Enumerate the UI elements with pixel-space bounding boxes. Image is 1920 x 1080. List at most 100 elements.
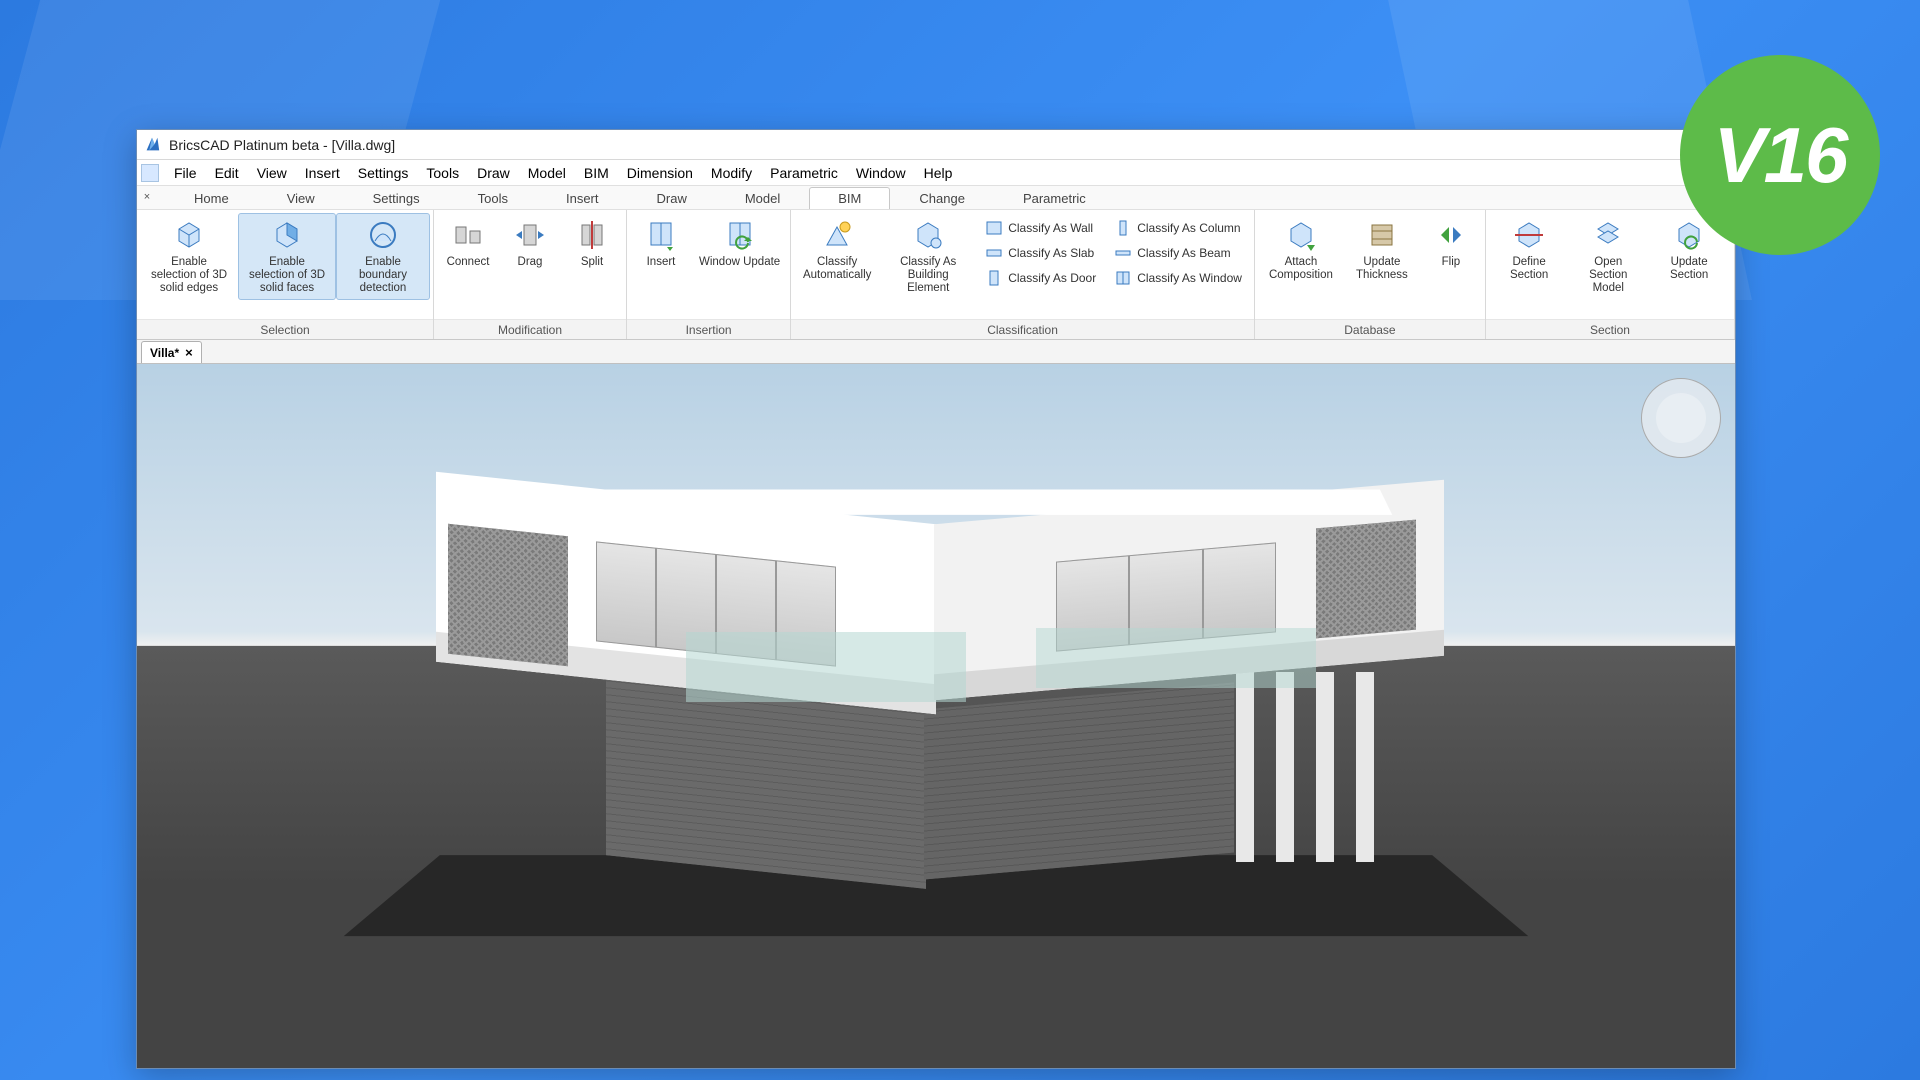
building-element-icon <box>910 217 946 253</box>
group-title: Classification <box>791 319 1254 339</box>
enable-edge-selection-button[interactable]: Enable selection of 3D solid edges <box>140 213 238 300</box>
ribbon-group-modification: Connect Drag Split Modification <box>434 210 627 339</box>
menu-view[interactable]: View <box>248 162 296 184</box>
label: Enable selection of 3D solid faces <box>245 256 329 296</box>
ribbon-group-section: Define Section Open Section Model Update… <box>1486 210 1735 339</box>
ribbon-group-insertion: Insert Window Update Insertion <box>627 210 791 339</box>
connect-icon <box>450 217 486 253</box>
classify-slab-button[interactable]: Classify As Slab <box>979 242 1102 264</box>
group-title: Database <box>1255 319 1485 339</box>
label: Classify As Door <box>1008 271 1096 285</box>
ribbon-tab-settings[interactable]: Settings <box>344 187 449 209</box>
ribbon-group-classification: Classify Automatically Classify As Build… <box>791 210 1255 339</box>
label: Split <box>581 256 603 269</box>
menu-settings[interactable]: Settings <box>349 162 418 184</box>
classify-door-button[interactable]: Classify As Door <box>979 267 1102 289</box>
document-tab-label: Villa* <box>150 346 179 360</box>
open-section-icon <box>1590 217 1626 253</box>
app-window: BricsCAD Platinum beta - [Villa.dwg] Fil… <box>136 129 1736 1069</box>
label: Window Update <box>699 256 780 269</box>
classify-window-button[interactable]: Classify As Window <box>1108 267 1248 289</box>
classify-auto-button[interactable]: Classify Automatically <box>794 213 880 286</box>
menu-window[interactable]: Window <box>847 162 915 184</box>
drag-icon <box>512 217 548 253</box>
cube-face-icon <box>269 217 305 253</box>
label: Define Section <box>1496 256 1562 282</box>
cube-edge-icon <box>171 217 207 253</box>
ribbon-tab-model[interactable]: Model <box>716 187 809 209</box>
ribbon-tab-parametric[interactable]: Parametric <box>994 187 1115 209</box>
building-model <box>436 442 1436 962</box>
classify-wall-button[interactable]: Classify As Wall <box>979 217 1102 239</box>
label: Enable selection of 3D solid edges <box>147 256 231 296</box>
document-tab-villa[interactable]: Villa* × <box>141 341 202 363</box>
ribbon-tab-bim[interactable]: BIM <box>809 187 890 209</box>
ribbon-tab-tools[interactable]: Tools <box>449 187 537 209</box>
insert-button[interactable]: Insert <box>630 213 692 273</box>
ribbon-tab-home[interactable]: Home <box>165 187 258 209</box>
menu-help[interactable]: Help <box>915 162 962 184</box>
menu-model[interactable]: Model <box>519 162 575 184</box>
label: Update Thickness <box>1351 256 1413 282</box>
document-tab-strip: Villa* × <box>137 340 1735 364</box>
define-section-button[interactable]: Define Section <box>1489 213 1569 286</box>
ribbon-tab-view[interactable]: View <box>258 187 344 209</box>
menu-bar: File Edit View Insert Settings Tools Dra… <box>137 160 1735 186</box>
flip-button[interactable]: Flip <box>1420 213 1482 273</box>
label: Enable boundary detection <box>343 256 423 296</box>
menu-tools[interactable]: Tools <box>417 162 468 184</box>
menu-modify[interactable]: Modify <box>702 162 761 184</box>
update-thickness-button[interactable]: Update Thickness <box>1344 213 1420 286</box>
label: Update Section <box>1654 256 1724 282</box>
ribbon-group-database: Attach Composition Update Thickness Flip… <box>1255 210 1486 339</box>
ribbon: Enable selection of 3D solid edges Enabl… <box>137 210 1735 340</box>
version-badge: V16 <box>1680 55 1880 255</box>
menu-dimension[interactable]: Dimension <box>618 162 702 184</box>
menu-parametric[interactable]: Parametric <box>761 162 847 184</box>
define-section-icon <box>1511 217 1547 253</box>
flip-icon <box>1433 217 1469 253</box>
wall-icon <box>985 219 1003 237</box>
system-menu-icon[interactable] <box>141 164 159 182</box>
enable-face-selection-button[interactable]: Enable selection of 3D solid faces <box>238 213 336 300</box>
label: Insert <box>647 256 676 269</box>
model-viewport[interactable] <box>137 364 1735 1068</box>
update-thickness-icon <box>1364 217 1400 253</box>
close-document-icon[interactable]: × <box>185 345 193 360</box>
label: Classify As Column <box>1137 221 1240 235</box>
app-logo-icon <box>143 136 161 154</box>
classify-column-button[interactable]: Classify As Column <box>1108 217 1248 239</box>
enable-boundary-detection-button[interactable]: Enable boundary detection <box>336 213 430 300</box>
label: Classify As Slab <box>1008 246 1094 260</box>
open-section-model-button[interactable]: Open Section Model <box>1569 213 1647 300</box>
door-icon <box>985 269 1003 287</box>
classify-building-element-button[interactable]: Classify As Building Element <box>880 213 976 300</box>
ribbon-close-icon[interactable]: × <box>139 185 155 209</box>
label: Attach Composition <box>1265 256 1337 282</box>
label: Open Section Model <box>1576 256 1640 296</box>
ribbon-tab-change[interactable]: Change <box>890 187 994 209</box>
group-title: Insertion <box>627 319 790 339</box>
drag-button[interactable]: Drag <box>499 213 561 273</box>
classify-auto-icon <box>819 217 855 253</box>
beam-icon <box>1114 244 1132 262</box>
classify-beam-button[interactable]: Classify As Beam <box>1108 242 1248 264</box>
attach-composition-button[interactable]: Attach Composition <box>1258 213 1344 286</box>
split-button[interactable]: Split <box>561 213 623 273</box>
label: Classify As Beam <box>1137 246 1230 260</box>
menu-edit[interactable]: Edit <box>206 162 248 184</box>
menu-insert[interactable]: Insert <box>296 162 349 184</box>
connect-button[interactable]: Connect <box>437 213 499 273</box>
label: Drag <box>518 256 543 269</box>
ribbon-tab-insert[interactable]: Insert <box>537 187 628 209</box>
menu-draw[interactable]: Draw <box>468 162 519 184</box>
ribbon-group-selection: Enable selection of 3D solid edges Enabl… <box>137 210 434 339</box>
menu-bim[interactable]: BIM <box>575 162 618 184</box>
group-title: Section <box>1486 319 1734 339</box>
attach-composition-icon <box>1283 217 1319 253</box>
ribbon-tab-draw[interactable]: Draw <box>628 187 716 209</box>
window-update-button[interactable]: Window Update <box>692 213 787 273</box>
menu-file[interactable]: File <box>165 162 206 184</box>
view-compass-widget[interactable] <box>1641 378 1721 458</box>
split-icon <box>574 217 610 253</box>
